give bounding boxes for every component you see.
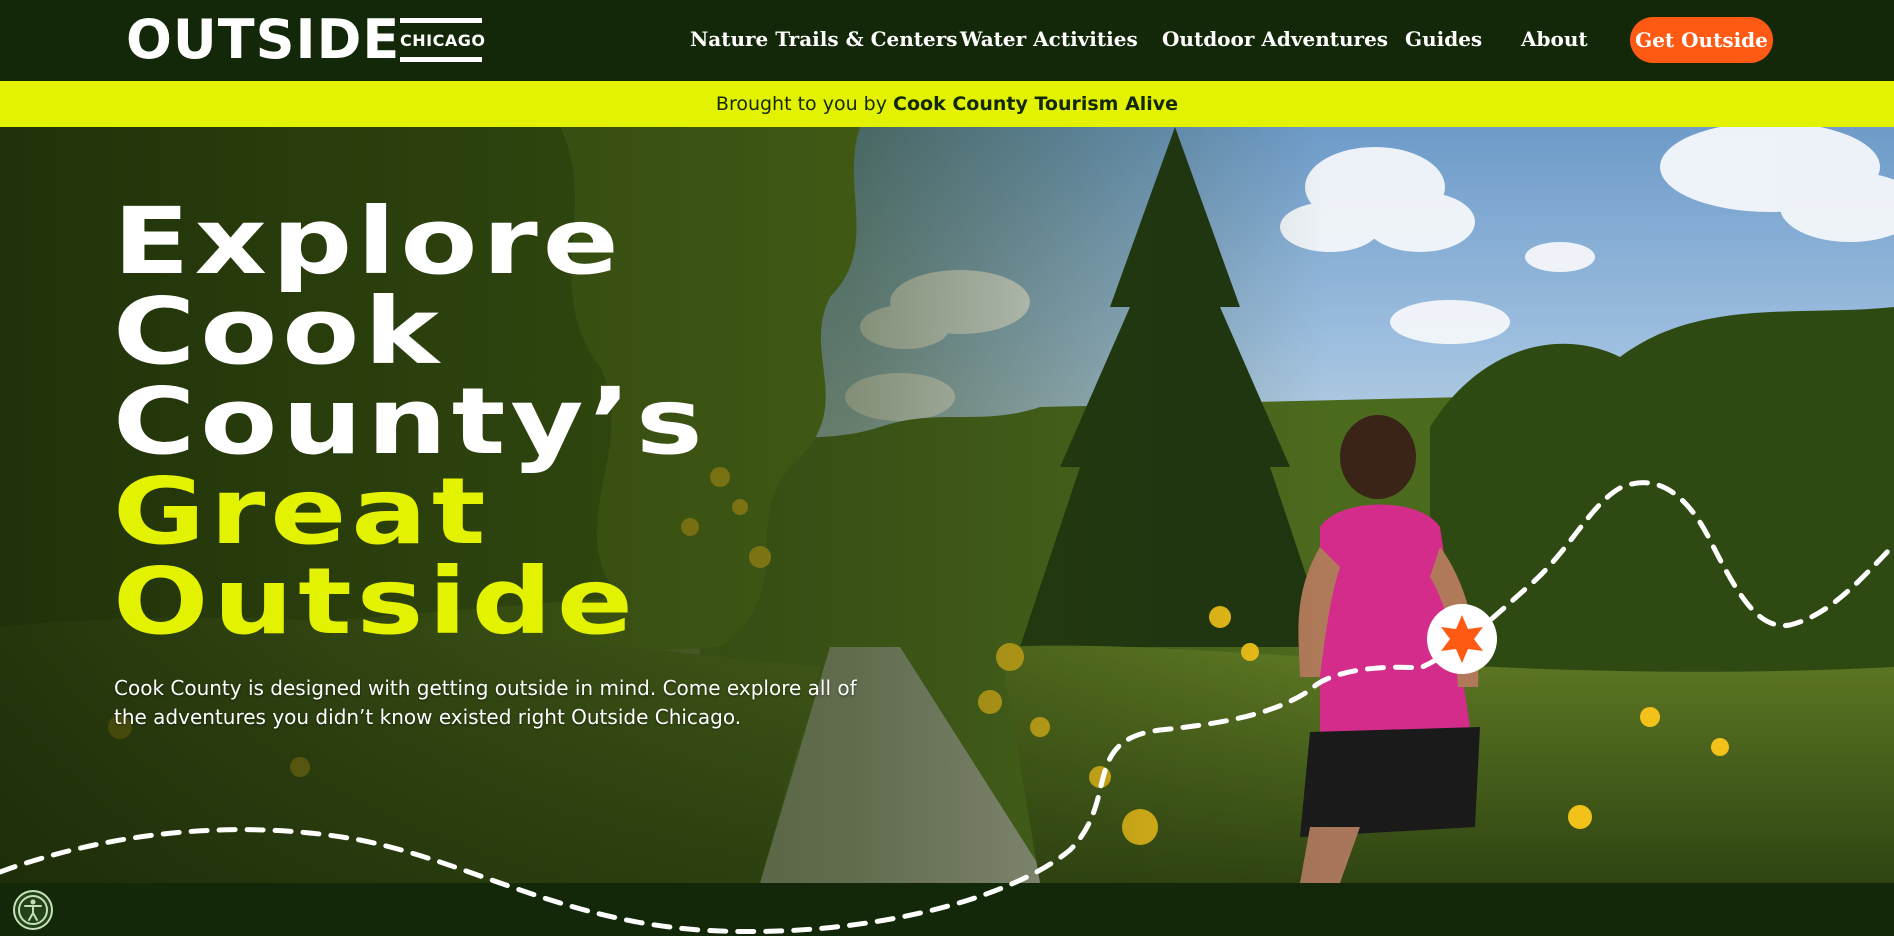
nav-water-activities[interactable]: Water Activities [960,26,1138,52]
nav-outdoor-adventures[interactable]: Outdoor Adventures [1162,26,1388,52]
nav-guides[interactable]: Guides [1405,26,1482,52]
logo-rule [400,18,482,23]
logo-rule [400,57,482,62]
headline-line: County’s [113,368,708,475]
sponsor-prefix: Brought to you by [715,93,887,115]
logo-subtitle-text: CHICAGO [400,31,486,50]
sponsor-banner: Brought to you by Cook County Tourism Al… [0,81,1894,127]
logo-wordmark: OUTSIDE [126,8,401,71]
accessibility-button[interactable] [13,890,53,930]
headline-line: Explore [113,188,624,295]
star-icon [1427,604,1497,674]
headline-line: Cook [113,278,444,385]
site-header: OUTSIDE CHICAGO Nature Trails & Centers … [0,0,1894,81]
page-bottom-strip [0,883,1894,936]
nav-about[interactable]: About [1521,26,1588,52]
hero-subtext: Cook County is designed with getting out… [114,676,857,729]
hero-section: Explore Cook County’s Great Outside Cook… [0,127,1894,883]
logo-subtitle: CHICAGO [400,18,486,62]
accessibility-icon [18,895,48,925]
headline-line-highlight: Outside [113,548,638,655]
sponsor-name[interactable]: Cook County Tourism Alive [893,93,1178,115]
headline-line-highlight: Great [113,458,491,565]
hero-headline: Explore Cook County’s Great Outside [113,188,967,655]
nav-nature-trails[interactable]: Nature Trails & Centers [690,26,958,52]
get-outside-button[interactable]: Get Outside [1630,17,1773,63]
site-logo[interactable]: OUTSIDE CHICAGO [126,8,486,71]
